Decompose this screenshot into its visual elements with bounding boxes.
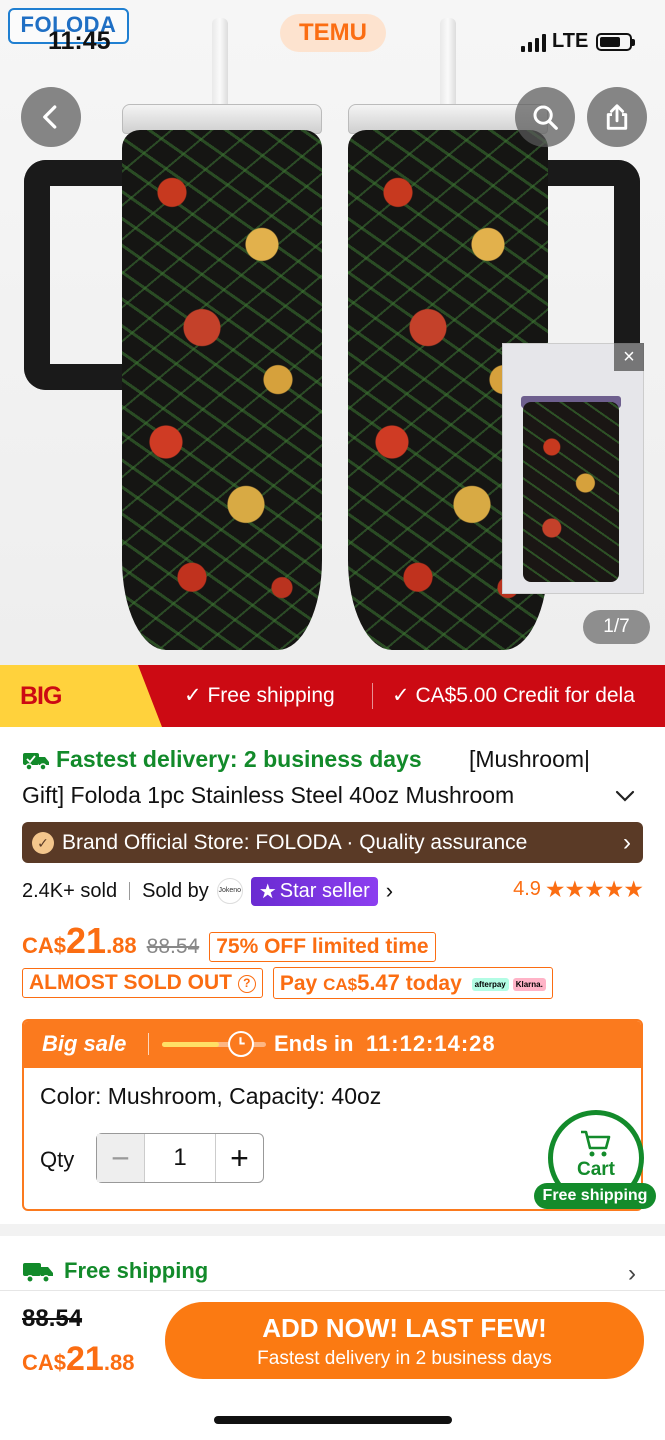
chevron-left-icon: [43, 105, 57, 129]
rating-stars-icon: ★★★★★: [544, 876, 644, 902]
klarna-logo: Klarna.: [512, 977, 546, 991]
cart-label: Cart: [576, 1159, 615, 1180]
cart-icon: [581, 1130, 611, 1157]
straw-left: [212, 18, 228, 110]
help-icon: ?: [237, 975, 256, 993]
sale-progress-fill: [162, 1042, 220, 1047]
sold-count: 2.4K+ sold: [22, 879, 118, 902]
chevron-down-icon[interactable]: [612, 786, 638, 806]
sold-by-label: Sold by: [142, 879, 209, 902]
share-icon: [606, 104, 628, 130]
sale-header: Big sale Ends in 11:12:14:28: [24, 1021, 641, 1068]
original-price: 88.54: [146, 935, 200, 958]
qty-value[interactable]: 1: [145, 1134, 215, 1182]
search-button[interactable]: [515, 87, 575, 147]
status-time: 11:45: [48, 27, 111, 55]
add-to-cart-button[interactable]: ADD NOW! LAST FEW! Fastest delivery in 2…: [165, 1302, 644, 1379]
thumbnail-tumbler: [523, 402, 619, 582]
promo-banner[interactable]: BIG SAVINGS ✓ Free shipping ✓ CA$5.00 Cr…: [0, 665, 665, 727]
image-counter: 1/7: [583, 610, 650, 644]
banner-item-label: Free shipping: [207, 684, 335, 707]
almost-sold-out-tag[interactable]: ALMOST SOLD OUT ?: [22, 968, 263, 998]
rating-value: 4.9: [513, 878, 541, 900]
product-title-start: [Mushroom|: [469, 746, 591, 772]
search-icon: [533, 105, 558, 130]
check-icon: ✓: [184, 684, 208, 707]
tumbler-left: [122, 130, 322, 650]
ends-in-label: Ends in: [274, 1031, 354, 1056]
brand-store-bar[interactable]: ✓ Brand Official Store: FOLODA · Quality…: [22, 822, 643, 863]
big-sale-label: Big sale: [42, 1031, 127, 1056]
chevron-right-icon: ›: [623, 829, 631, 856]
straw-right: [440, 18, 456, 110]
product-title[interactable]: Gift] Foloda 1pc Stainless Steel 40oz Mu…: [22, 782, 592, 809]
store-text: Brand Official Store: FOLODA · Quality a…: [62, 831, 528, 854]
quantity-stepper[interactable]: − 1 +: [96, 1133, 264, 1183]
cta-main-label: ADD NOW! LAST FEW!: [262, 1313, 547, 1343]
divider: [129, 882, 131, 900]
banner-item-label: CA$5.00 Credit for dela: [415, 684, 635, 707]
star-icon: ★: [258, 880, 277, 903]
seller-logo[interactable]: Jokeno: [216, 878, 243, 904]
rating[interactable]: 4.9 ★★★★★: [513, 876, 644, 903]
floating-video-thumbnail[interactable]: [502, 343, 644, 594]
chevron-right-icon[interactable]: ›: [628, 1260, 636, 1288]
discount-tag: 75% OFF limited time: [209, 932, 436, 962]
tags-row: ALMOST SOLD OUT ? Pay CA$5.47 today afte…: [22, 967, 553, 999]
section-divider: [0, 1224, 665, 1236]
product-image-gallery[interactable]: × 1/7 FOLODA 11:45 TEMU LTE: [0, 0, 665, 665]
battery-icon: [596, 32, 636, 51]
delivery-text: Fastest delivery: 2 business days: [56, 746, 422, 772]
app-name-pill: TEMU: [280, 14, 386, 52]
bottom-original-price: 88.54: [22, 1305, 83, 1332]
back-button[interactable]: [21, 87, 81, 147]
pay-later-tag[interactable]: Pay CA$5.47 today afterpay Klarna.: [272, 967, 553, 999]
bottom-current-price: CA$ 21.88: [22, 1340, 135, 1378]
price-row: CA$21.88 88.54 75% OFF limited time: [22, 920, 436, 962]
banner-divider: [372, 683, 373, 709]
current-price: CA$21.88: [22, 920, 137, 961]
divider: [148, 1033, 149, 1055]
truck-icon: [23, 1263, 53, 1283]
selected-variant[interactable]: Color: Mushroom, Capacity: 40oz: [40, 1083, 381, 1110]
share-button[interactable]: [587, 87, 647, 147]
cart-free-shipping-badge: Free shipping: [534, 1183, 656, 1209]
clock-icon: [228, 1031, 254, 1057]
verified-badge-icon: ✓: [32, 832, 54, 854]
big-savings-label: BIG SAVINGS: [0, 665, 162, 727]
fastest-delivery: Fastest delivery: 2 business days: [22, 746, 422, 773]
thumbnail-close-button[interactable]: ×: [614, 343, 644, 371]
countdown-timer: 11:12:14:28: [366, 1031, 496, 1056]
banner-free-shipping: ✓ Free shipping: [184, 665, 335, 727]
decrease-qty-button[interactable]: −: [97, 1134, 145, 1182]
status-icons: LTE: [521, 30, 636, 53]
cta-sub-label: Fastest delivery in 2 business days: [257, 1348, 552, 1369]
afterpay-logo: afterpay: [471, 977, 509, 991]
network-type: LTE: [552, 30, 589, 52]
star-seller-label: Star seller: [279, 879, 370, 902]
free-shipping-label: Free shipping: [64, 1258, 209, 1283]
home-indicator[interactable]: [214, 1416, 452, 1424]
check-icon: ✓: [392, 684, 416, 707]
increase-qty-button[interactable]: +: [215, 1134, 263, 1182]
truck-icon: [23, 752, 49, 771]
qty-label: Qty: [40, 1147, 75, 1172]
star-seller-badge[interactable]: ★ Star seller: [250, 876, 378, 906]
signal-icon: [521, 32, 546, 52]
free-shipping-row[interactable]: Free shipping: [22, 1258, 208, 1284]
chevron-right-icon[interactable]: ›: [386, 878, 393, 904]
banner-credit: ✓ CA$5.00 Credit for dela: [392, 665, 635, 727]
